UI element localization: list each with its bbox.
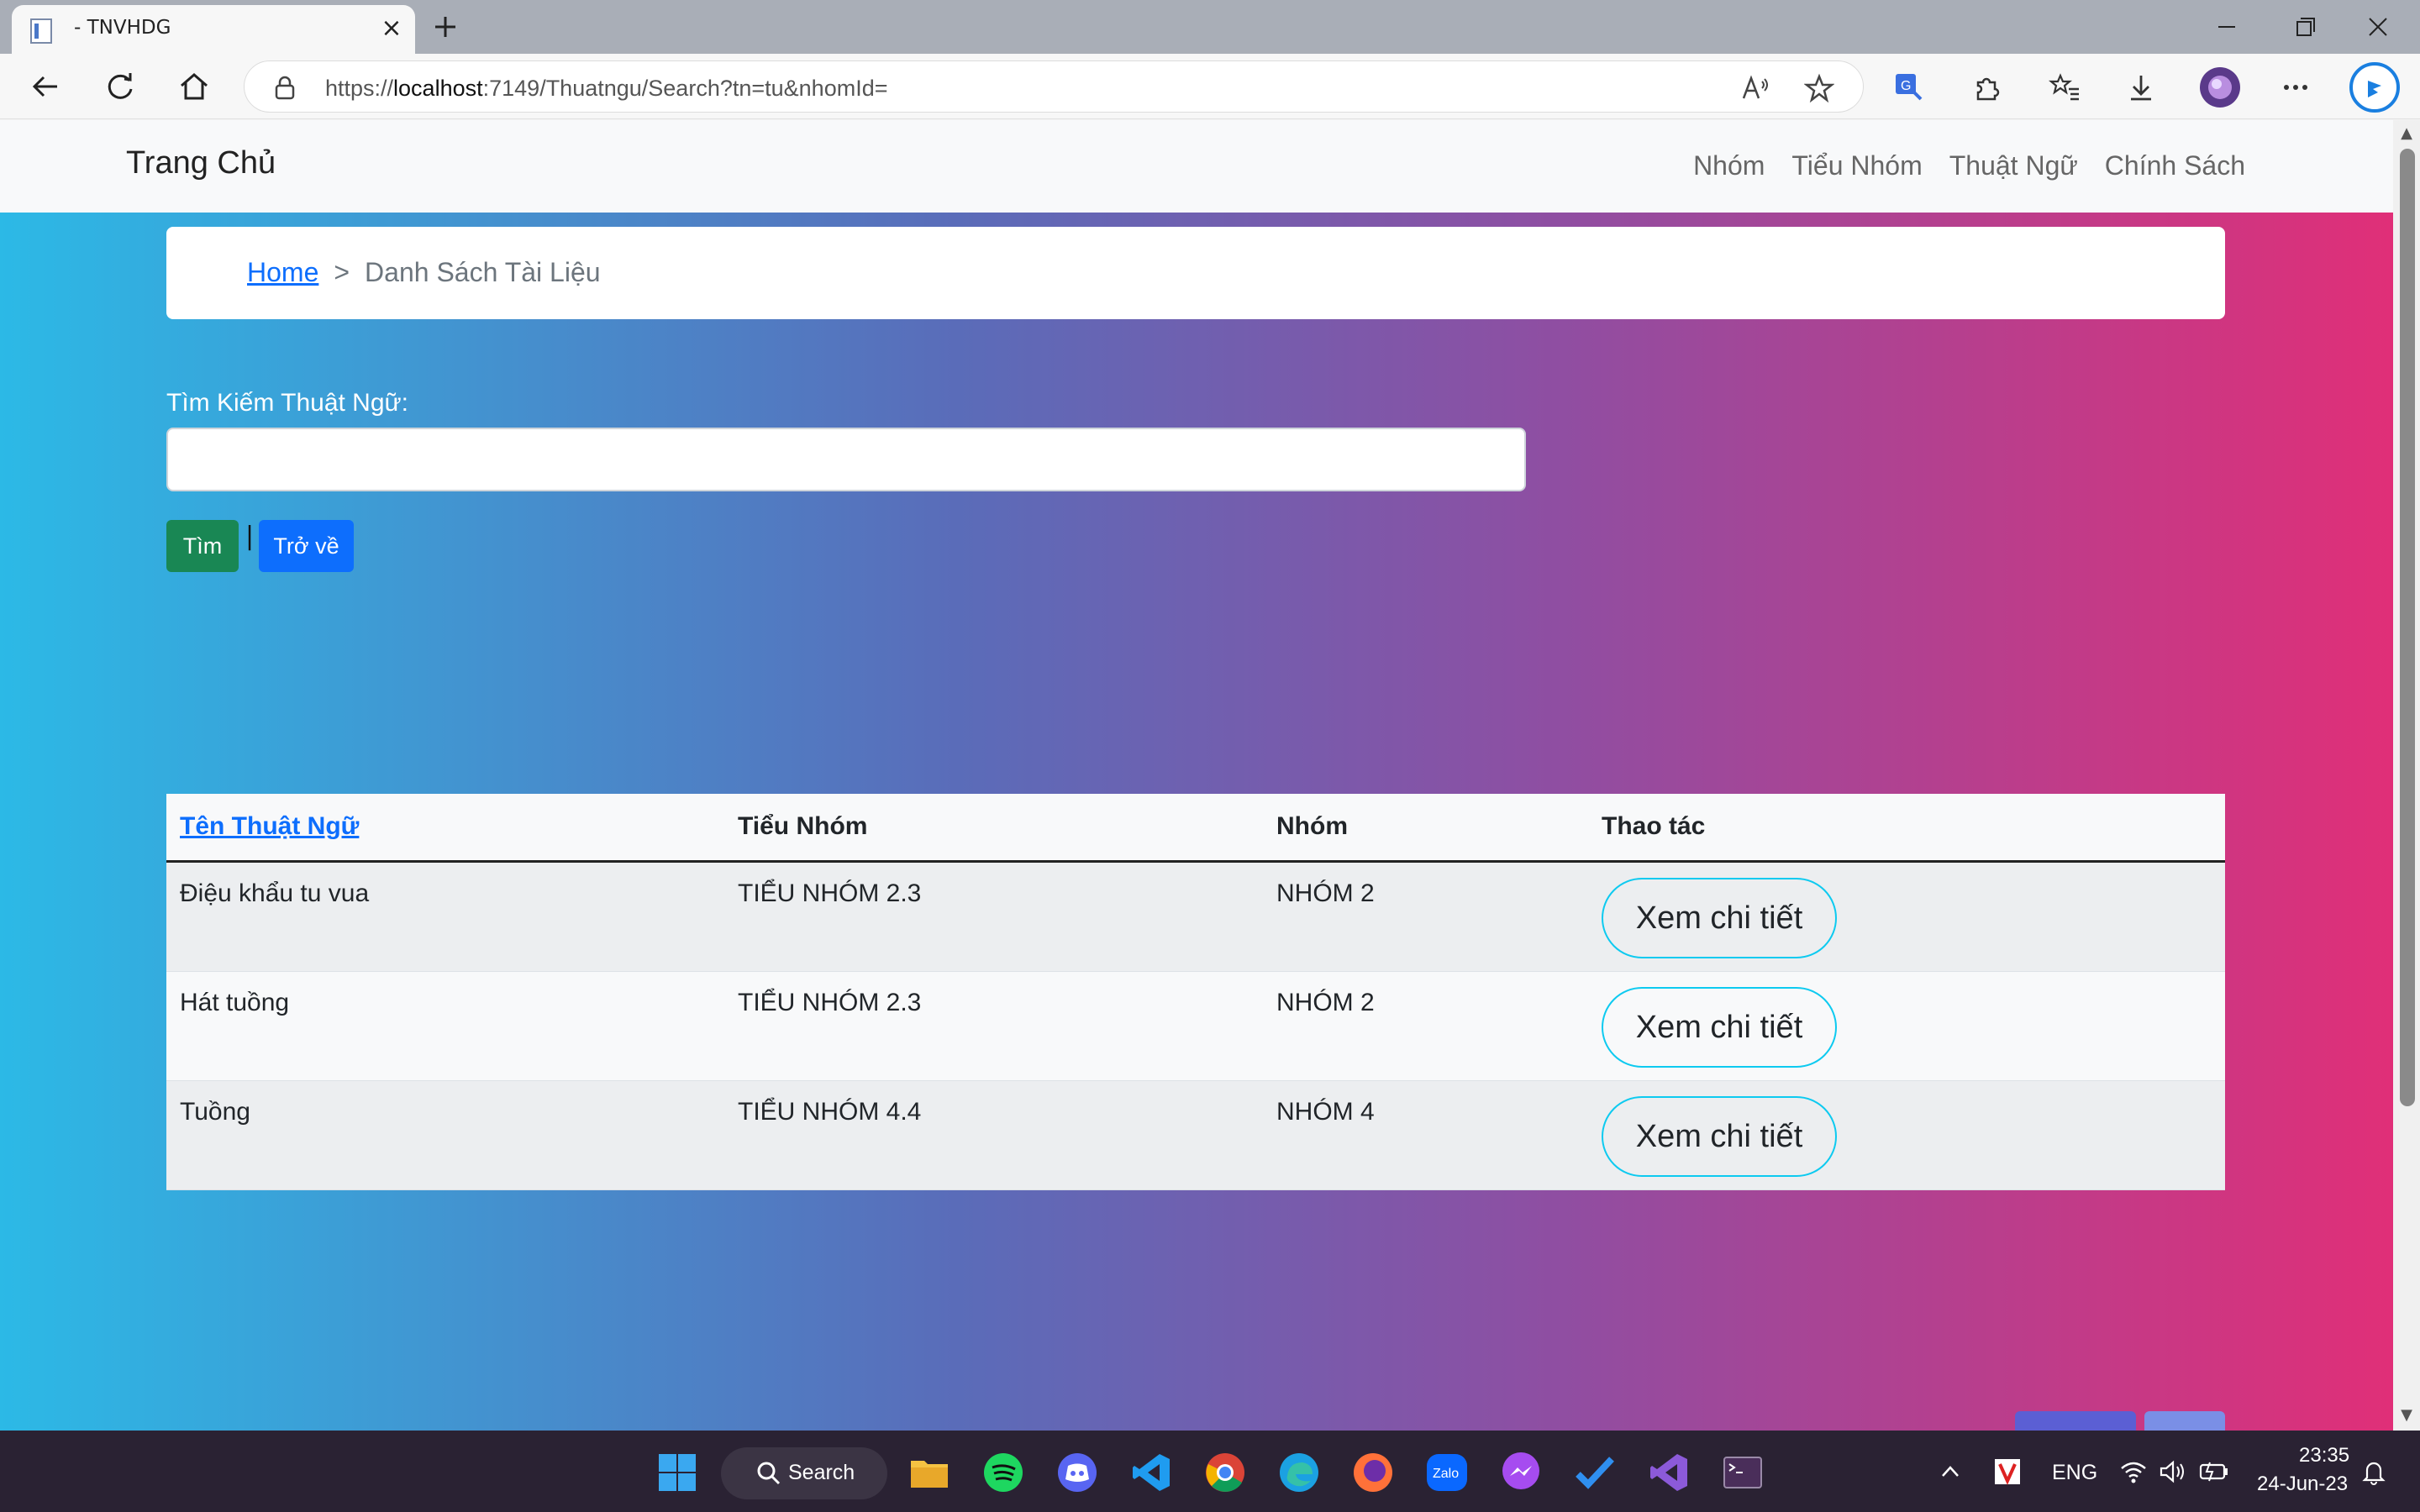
chrome-icon[interactable] [1203,1451,1247,1494]
button-separator: | [245,522,255,551]
pager-next-button[interactable] [2144,1411,2225,1431]
search-icon [757,1462,781,1485]
table-row: Điệu khẩu tu vua TIỂU NHÓM 2.3 NHÓM 2 Xe… [166,863,2225,972]
page-favicon-icon [30,18,52,44]
browser-tab[interactable]: - TNVHDG × [12,5,415,54]
term-subgroup: TIỂU NHÓM 2.3 [738,879,922,907]
table-row: Hát tuồng TIỂU NHÓM 2.3 NHÓM 2 Xem chi t… [166,972,2225,1081]
taskbar-search-label: Search [788,1461,855,1484]
firefox-icon[interactable] [1351,1451,1395,1494]
breadcrumb-card: Home > Danh Sách Tài Liệu [166,227,2225,319]
volume-icon[interactable] [2158,1457,2186,1486]
breadcrumb-separator: > [334,257,350,287]
todo-icon[interactable] [1573,1451,1617,1494]
translate-icon[interactable]: G [1892,71,1926,104]
browser-tab-strip: - TNVHDG × [0,0,2420,54]
window-restore-icon[interactable] [2279,7,2329,47]
windows-start-icon[interactable] [655,1451,699,1494]
search-label: Tìm Kiếm Thuật Ngữ: [166,389,408,417]
home-icon[interactable] [171,64,217,109]
taskbar-search[interactable]: Search [721,1447,887,1499]
zalo-icon[interactable]: Zalo [1425,1451,1469,1494]
notification-bell-icon[interactable] [2360,1457,2388,1486]
header-actions: Thao tác [1602,812,1706,840]
site-navbar: Trang Chủ Nhóm Tiểu Nhóm Thuật Ngữ Chính… [0,120,2393,213]
breadcrumb: Home > Danh Sách Tài Liệu [247,257,601,288]
term-name: Điệu khẩu tu vua [180,879,370,907]
term-group: NHÓM 4 [1276,1098,1375,1126]
wifi-icon[interactable] [2119,1457,2148,1486]
svg-text:Zalo: Zalo [1433,1467,1459,1481]
clock-time[interactable]: 23:35 [2299,1444,2349,1467]
vscode-icon[interactable] [1129,1451,1173,1494]
more-options-icon[interactable] [2279,71,2312,104]
view-detail-button[interactable]: Xem chi tiết [1602,1096,1837,1177]
reload-icon[interactable] [97,64,143,109]
new-tab-icon[interactable] [429,7,462,47]
window-minimize-icon[interactable] [2202,7,2252,47]
nav-link-thuat-ngu[interactable]: Thuật Ngữ [1949,150,2078,181]
breadcrumb-home-link[interactable]: Home [247,257,318,288]
address-bar[interactable]: https://localhost:7149/Thuatngu/Search?t… [244,60,1864,113]
term-group: NHÓM 2 [1276,879,1375,907]
edge-icon[interactable] [1277,1451,1321,1494]
svg-text:G: G [1901,79,1911,93]
nav-link-tieu-nhom[interactable]: Tiểu Nhóm [1791,150,1922,181]
table-row: Tuồng TIỂU NHÓM 4.4 NHÓM 4 Xem chi tiết [166,1081,2225,1190]
back-arrow-icon[interactable] [24,64,69,109]
tab-title: - TNVHDG [74,17,171,39]
term-subgroup: TIỂU NHÓM 4.4 [738,1098,922,1126]
browser-toolbar: https://localhost:7149/Thuatngu/Search?t… [0,54,2420,119]
vivaldi-tray-icon[interactable] [1993,1457,2022,1486]
site-brand[interactable]: Trang Chủ [126,145,276,181]
scroll-down-icon[interactable]: ▼ [2398,1407,2415,1424]
messenger-icon[interactable] [1499,1451,1543,1494]
term-name: Hát tuồng [180,989,290,1016]
chevron-up-icon[interactable] [1938,1459,1963,1484]
language-indicator[interactable]: ENG [2052,1461,2097,1485]
pager-previous-button[interactable] [2015,1411,2136,1431]
windows-taskbar: Search Zalo ENG 23:35 24-Jun-23 [0,1431,2420,1512]
read-aloud-icon[interactable] [1740,73,1770,103]
table-header: Tên Thuật Ngữ Tiểu Nhóm Nhóm Thao tác [166,794,2225,863]
back-button[interactable]: Trở về [259,520,354,572]
nav-links: Nhóm Tiểu Nhóm Thuật Ngữ Chính Sách [1693,150,2245,181]
extensions-icon[interactable] [1970,71,2003,104]
profile-avatar[interactable] [2198,66,2242,109]
view-detail-button[interactable]: Xem chi tiết [1602,987,1837,1068]
file-explorer-icon[interactable] [908,1451,951,1494]
battery-icon[interactable] [2198,1457,2230,1486]
nav-link-nhom[interactable]: Nhóm [1693,150,1765,181]
header-group: Nhóm [1276,812,1348,840]
spotify-icon[interactable] [981,1451,1025,1494]
search-input[interactable] [166,428,1526,491]
page-viewport: Trang Chủ Nhóm Tiểu Nhóm Thuật Ngữ Chính… [0,120,2393,1431]
clock-date[interactable]: 24-Jun-23 [2257,1473,2348,1496]
scroll-up-icon[interactable]: ▲ [2398,125,2415,142]
page-scrollbar[interactable]: ▲ ▼ [2393,120,2420,1431]
header-subgroup: Tiểu Nhóm [738,812,868,840]
search-button[interactable]: Tìm [166,520,239,572]
bing-chat-icon[interactable] [2348,60,2402,114]
sort-term-name-link[interactable]: Tên Thuật Ngữ [180,812,359,841]
window-close-icon[interactable] [2353,7,2403,47]
terminal-icon[interactable] [1721,1451,1765,1494]
view-detail-button[interactable]: Xem chi tiết [1602,878,1837,958]
lock-icon[interactable] [273,75,297,100]
tab-close-icon[interactable]: × [375,12,408,45]
term-group: NHÓM 2 [1276,989,1375,1016]
visual-studio-icon[interactable] [1647,1451,1691,1494]
scroll-thumb[interactable] [2400,149,2415,1106]
breadcrumb-current: Danh Sách Tài Liệu [365,257,601,287]
favorites-list-icon[interactable] [2049,71,2082,104]
url-text: https://localhost:7149/Thuatngu/Search?t… [325,76,888,101]
favorite-star-icon[interactable] [1804,73,1834,103]
terms-table: Tên Thuật Ngữ Tiểu Nhóm Nhóm Thao tác Đi… [166,794,2225,1190]
download-icon[interactable] [2124,71,2158,104]
term-name: Tuồng [180,1098,250,1126]
discord-icon[interactable] [1055,1451,1099,1494]
nav-link-chinh-sach[interactable]: Chính Sách [2105,150,2245,181]
term-subgroup: TIỂU NHÓM 2.3 [738,989,922,1016]
